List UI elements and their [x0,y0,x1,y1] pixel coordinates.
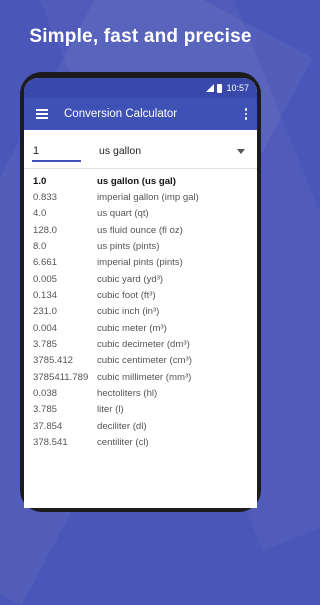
result-unit: cubic foot (ft³) [97,290,156,302]
result-value: 0.005 [33,273,58,285]
results-list: 1.0 us gallon (us gal) 0.833 imperial gallo… [24,173,257,451]
result-unit: hectoliters (hl) [97,388,158,400]
result-value: 0.038 [33,388,58,400]
result-unit: cubic yard (yd³) [97,273,164,285]
status-time: 10:57 [226,83,249,93]
result-value: 3785411.789 [33,371,89,383]
result-row[interactable]: 0.005 cubic yard (yd³) [33,271,257,287]
result-unit: liter (l) [97,404,124,416]
result-row[interactable]: 231.0 cubic inch (in³) [33,304,257,320]
result-row[interactable]: 3.785 cubic decimeter (dm³) [33,336,257,352]
unit-select-value: us gallon [99,145,142,157]
battery-icon [217,83,223,93]
result-row[interactable]: 0.038 hectoliters (hl) [33,385,257,401]
app-title: Conversion Calculator [64,108,178,120]
result-row[interactable]: 3785411.789 cubic millimeter (mm³) [33,369,257,385]
result-value: 0.833 [33,192,58,204]
unit-select[interactable]: us gallon [99,145,249,162]
hamburger-icon[interactable] [36,109,48,119]
result-unit: deciliter (dl) [97,420,147,432]
result-value: 0.004 [33,322,58,334]
result-row[interactable]: 8.0 us pints (pints) [33,238,257,254]
value-input[interactable] [32,145,81,162]
result-unit: imperial gallon (imp gal) [97,192,199,204]
result-row[interactable]: 0.134 cubic foot (ft³) [33,287,257,303]
result-unit: cubic centimeter (cm³) [97,355,192,367]
result-unit: cubic inch (in³) [97,306,160,318]
result-unit: imperial pints (pints) [97,257,183,269]
result-value: 3.785 [33,339,58,351]
result-row[interactable]: 128.0 us fluid ounce (fl oz) [33,222,257,238]
result-value: 3785.412 [33,355,74,367]
result-value: 0.134 [33,290,58,302]
promo-headline: Simple, fast and precise [29,26,252,47]
result-row[interactable]: 3.785 liter (l) [33,402,257,418]
result-value: 231.0 [33,306,58,318]
result-row[interactable]: 6.661 imperial pints (pints) [33,255,257,271]
result-unit: cubic millimeter (mm³) [97,371,192,383]
result-value: 37.854 [33,420,63,432]
promo-screen: { "headline": "Simple, fast and precise"… [0,0,320,605]
result-unit: us fluid ounce (fl oz) [97,224,183,236]
result-row[interactable]: 378.541 centiliter (cl) [33,435,257,451]
result-row[interactable]: 0.004 cubic meter (m³) [33,320,257,336]
result-unit: cubic meter (m³) [97,322,167,334]
divider [24,168,257,169]
result-value: 128.0 [33,224,58,236]
input-row: us gallon [24,130,257,162]
result-value: 8.0 [33,241,47,253]
result-unit: us gallon (us gal) [97,175,176,187]
app-bar: Conversion Calculator [24,98,257,130]
dropdown-caret-icon [237,148,245,154]
signal-icon [206,84,215,92]
result-value: 6.661 [33,257,58,269]
result-value: 3.785 [33,404,58,416]
result-value: 378.541 [33,437,68,449]
result-row[interactable]: 3785.412 cubic centimeter (cm³) [33,353,257,369]
result-value: 4.0 [33,208,47,220]
result-unit: centiliter (cl) [97,437,149,449]
result-row[interactable]: 37.854 deciliter (dl) [33,418,257,434]
result-unit: us pints (pints) [97,241,160,253]
result-row[interactable]: 4.0 us quart (qt) [33,206,257,222]
result-row[interactable]: 0.833 imperial gallon (imp gal) [33,189,257,205]
app-screen: 10:57 Conversion Calculator us gallon 1.… [24,78,257,508]
more-vert-icon[interactable] [241,108,251,120]
status-bar: 10:57 [24,78,257,98]
result-unit: us quart (qt) [97,208,149,220]
result-value: 1.0 [33,175,47,187]
result-row[interactable]: 1.0 us gallon (us gal) [33,173,257,189]
status-icons [206,83,223,93]
result-unit: cubic decimeter (dm³) [97,339,190,351]
